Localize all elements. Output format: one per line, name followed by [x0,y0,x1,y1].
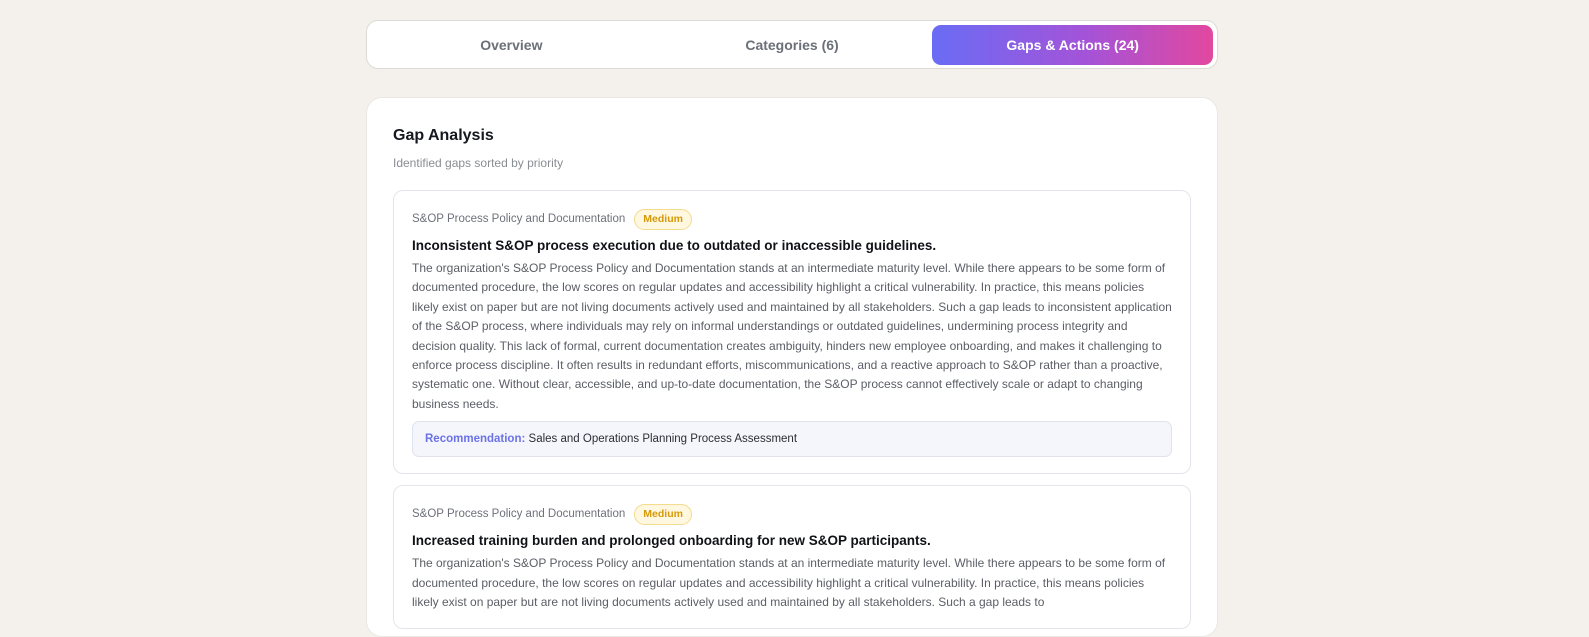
recommendation-text: Sales and Operations Planning Process As… [528,433,798,446]
recommendation-label: Recommendation: [425,433,526,446]
tab-gaps-actions[interactable]: Gaps & Actions (24) [932,24,1214,65]
gap-card: S&OP Process Policy and Documentation Me… [393,190,1191,475]
gap-card-meta: S&OP Process Policy and Documentation Me… [412,208,1172,230]
priority-badge: Medium [634,208,692,230]
tab-categories[interactable]: Categories (6) [652,25,933,65]
gap-title: Inconsistent S&OP process execution due … [412,238,937,253]
gap-analysis-panel: Gap Analysis Identified gaps sorted by p… [366,97,1218,637]
recommendation-box: Recommendation: Sales and Operations Pla… [412,421,1172,458]
tab-bar: Overview Categories (6) Gaps & Actions (… [366,20,1218,69]
panel-subtitle: Identified gaps sorted by priority [393,156,564,170]
gap-category: S&OP Process Policy and Documentation [412,213,626,225]
gap-card-meta: S&OP Process Policy and Documentation Me… [412,503,1172,525]
gap-list: S&OP Process Policy and Documentation Me… [393,190,1191,630]
priority-badge: Medium [634,503,692,525]
gap-category: S&OP Process Policy and Documentation [412,508,626,521]
gap-title: Increased training burden and prolonged … [412,533,931,549]
panel-title: Gap Analysis [393,127,494,144]
gap-description: The organization's S&OP Process Policy a… [412,556,1166,610]
gap-description: The organization's S&OP Process Policy a… [412,261,1172,411]
gap-card: S&OP Process Policy and Documentation Me… [393,485,1191,630]
tab-overview[interactable]: Overview [371,25,652,65]
